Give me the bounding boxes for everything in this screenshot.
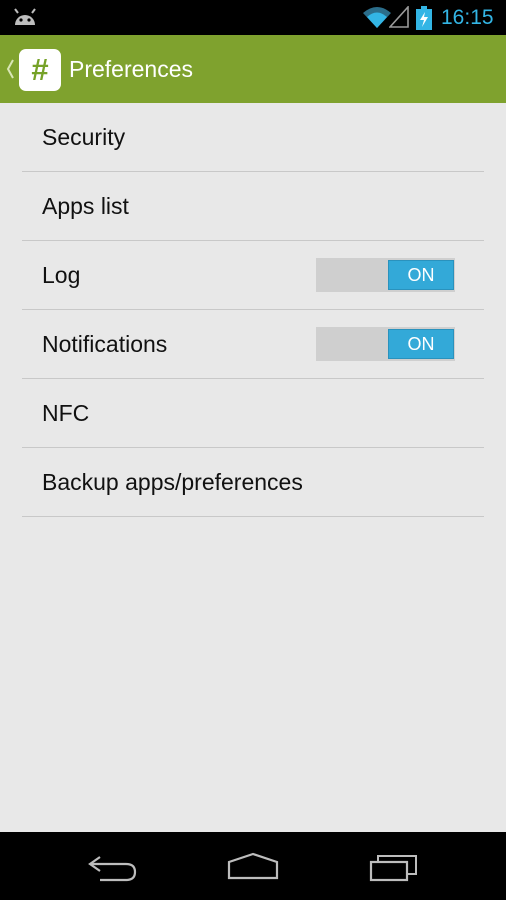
pref-item-label: Security	[42, 124, 126, 150]
pref-item-apps-list[interactable]: Apps list	[22, 172, 484, 241]
android-icon	[14, 8, 36, 25]
hash-icon: #	[31, 52, 49, 87]
pref-item-label: Notifications	[42, 331, 168, 357]
battery-charging-icon	[416, 6, 432, 30]
pref-item-label: Apps list	[42, 193, 129, 219]
pref-item-nfc[interactable]: NFC	[22, 379, 484, 448]
navigation-bar	[0, 832, 506, 900]
chevron-left-icon[interactable]	[5, 57, 15, 81]
page-title: Preferences	[69, 56, 194, 82]
back-icon[interactable]	[88, 848, 138, 884]
pref-item-backup[interactable]: Backup apps/preferences	[22, 448, 484, 517]
action-bar: # Preferences	[0, 35, 506, 103]
pref-item-label: Log	[42, 262, 81, 288]
pref-item-security[interactable]: Security	[22, 103, 484, 172]
notifications-toggle[interactable]: ON	[316, 327, 455, 361]
app-icon[interactable]: #	[19, 49, 61, 91]
recent-apps-icon[interactable]	[368, 848, 420, 884]
pref-item-notifications[interactable]: Notifications ON	[22, 310, 484, 379]
home-icon[interactable]	[226, 848, 280, 884]
toggle-thumb: ON	[388, 260, 454, 290]
signal-icon	[389, 6, 409, 28]
pref-item-log[interactable]: Log ON	[22, 241, 484, 310]
toggle-thumb: ON	[388, 329, 454, 359]
preferences-list: Security Apps list Log ON Notifications …	[22, 103, 484, 517]
clock: 16:15	[441, 6, 494, 29]
preferences-screen: Security Apps list Log ON Notifications …	[0, 103, 506, 832]
pref-item-label: Backup apps/preferences	[42, 469, 303, 495]
status-bar: 16:15	[0, 0, 506, 35]
log-toggle[interactable]: ON	[316, 258, 455, 292]
pref-item-label: NFC	[42, 400, 90, 426]
wifi-icon	[363, 7, 391, 28]
